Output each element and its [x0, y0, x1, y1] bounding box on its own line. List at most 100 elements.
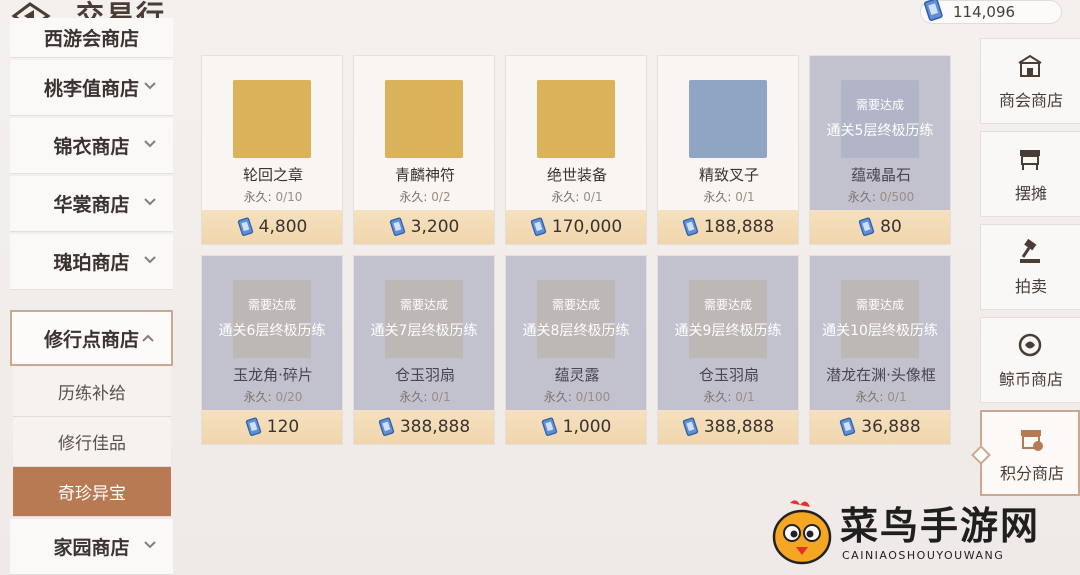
item-limit: 永久: 0/500 [847, 190, 915, 204]
item-limit: 永久: 0/10 [243, 190, 303, 204]
price-bar: 4,800 [202, 210, 342, 244]
item-limit: 永久: 0/2 [399, 190, 451, 204]
item-image-jueshi [537, 80, 615, 158]
sidebar-subitem-jiapin[interactable]: 修行佳品 [13, 417, 171, 467]
item-name: 精致叉子 [698, 166, 759, 184]
item-card[interactable]: 青麟神符 永久: 0/2 3,200 [353, 55, 495, 245]
item-image-qinglin [385, 80, 463, 158]
item-name: 蕴魂晶石 [850, 166, 911, 184]
shop-sidebar: 西游会商店 桃李值商店 锦衣商店 华裳商店 瑰珀商店 修行点商店 历练补给 修行… [10, 18, 173, 575]
points-shop-icon [1021, 430, 1043, 451]
ticket-currency-icon [682, 417, 698, 436]
item-card-locked[interactable]: 需要达成 通关6层终极历练 玉龙角·碎片 永久: 0/20 120 [201, 255, 343, 445]
item-price: 36,888 [861, 417, 921, 437]
price-bar: 80 [810, 210, 950, 244]
ticket-currency-icon [245, 417, 261, 436]
price-bar: 388,888 [354, 410, 494, 444]
item-limit: 永久: 0/1 [855, 390, 907, 404]
chevron-down-icon [144, 256, 156, 264]
price-bar: 36,888 [810, 410, 950, 444]
item-card[interactable]: 精致叉子 永久: 0/1 188,888 [657, 55, 799, 245]
item-price: 170,000 [551, 217, 623, 237]
chevron-down-icon [144, 82, 156, 90]
item-card-locked[interactable]: 需要达成 通关8层终极历练 蕴灵露 永久: 0/100 1,000 [505, 255, 647, 445]
ticket-currency-icon [840, 417, 856, 436]
item-card-locked[interactable]: 需要达成 通关10层终极历练 潜龙在渊·头像框 永久: 0/1 36,888 [809, 255, 951, 445]
item-price: 1,000 [562, 417, 612, 437]
price-bar: 120 [202, 410, 342, 444]
item-image-chazi [689, 80, 767, 158]
item-card-locked[interactable]: 需要达成 通关5层终极历练 蕴魂晶石 永久: 0/500 80 [809, 55, 951, 245]
chevron-up-icon [142, 334, 154, 342]
sidebar-subitem-lilian[interactable]: 历练补给 [13, 367, 171, 417]
requirement-title: 需要达成 [855, 98, 904, 112]
sidebar-item-jinyi[interactable]: 锦衣商店 [10, 118, 173, 174]
item-card[interactable]: 轮回之章 永久: 0/10 4,800 [201, 55, 343, 245]
nav-shanghui-shop[interactable]: 商会商店 [980, 38, 1080, 124]
ticket-currency-icon [530, 217, 546, 236]
item-name: 绝世装备 [546, 166, 607, 184]
item-name: 蕴灵露 [554, 366, 600, 384]
item-card-locked[interactable]: 需要达成 通关7层终极历练 仓玉羽扇 永久: 0/1 388,888 [353, 255, 495, 445]
sidebar-item-jiayuan[interactable]: 家园商店 [10, 519, 173, 575]
price-bar: 1,000 [506, 410, 646, 444]
requirement-text: 通关10层终极历练 [822, 323, 938, 339]
item-price: 80 [880, 217, 902, 237]
sidebar-item-huashang[interactable]: 华裳商店 [10, 176, 173, 232]
requirement-text: 通关9层终极历练 [674, 323, 782, 339]
item-name: 青麟神符 [394, 166, 455, 184]
chevron-down-icon [144, 541, 156, 549]
requirement-text: 通关8层终极历练 [522, 323, 630, 339]
bird-mascot-icon [772, 500, 832, 565]
item-name: 潜龙在渊·头像框 [826, 366, 936, 384]
item-price: 188,888 [703, 217, 775, 237]
ticket-currency-icon [859, 217, 875, 236]
requirement-text: 通关7层终极历练 [370, 323, 478, 339]
item-name: 仓玉羽扇 [394, 366, 455, 384]
sidebar-item-taoli[interactable]: 桃李值商店 [10, 60, 173, 116]
sidebar-subitem-qizhen[interactable]: 奇珍异宝 [13, 467, 171, 517]
item-card[interactable]: 绝世装备 永久: 0/1 170,000 [505, 55, 647, 245]
item-price: 388,888 [703, 417, 775, 437]
requirement-title: 需要达成 [399, 298, 448, 312]
price-bar: 3,200 [354, 210, 494, 244]
nav-auction[interactable]: 拍卖 [980, 224, 1080, 310]
item-card-locked[interactable]: 需要达成 通关9层终极历练 仓玉羽扇 永久: 0/1 388,888 [657, 255, 799, 445]
nav-stall[interactable]: 摆摊 [980, 131, 1080, 217]
requirement-text: 通关6层终极历练 [218, 323, 326, 339]
nav-whale-coin-shop[interactable]: 鲸币商店 [980, 317, 1080, 403]
sidebar-item-guipo[interactable]: 瑰珀商店 [10, 234, 173, 290]
shop-icon [1018, 54, 1042, 77]
item-limit: 永久: 0/20 [243, 390, 303, 404]
auction-hammer-icon [1020, 239, 1040, 263]
sidebar-item-xiyouhui[interactable]: 西游会商店 [10, 18, 173, 58]
ticket-currency-icon [924, 0, 943, 21]
item-limit: 永久: 0/1 [703, 390, 755, 404]
requirement-title: 需要达成 [703, 298, 752, 312]
nav-points-shop[interactable]: 积分商店 [980, 410, 1080, 496]
requirement-title: 需要达成 [247, 298, 296, 312]
item-limit: 永久: 0/100 [543, 390, 611, 404]
item-name: 仓玉羽扇 [698, 366, 759, 384]
item-limit: 永久: 0/1 [399, 390, 451, 404]
item-price: 388,888 [399, 417, 471, 437]
requirement-title: 需要达成 [855, 298, 904, 312]
watermark-text: 菜鸟手游网 [840, 504, 1041, 548]
chevron-down-icon [144, 198, 156, 206]
item-price: 3,200 [410, 217, 460, 237]
ticket-currency-icon [541, 417, 557, 436]
stall-icon [1020, 150, 1040, 170]
item-limit: 永久: 0/1 [703, 190, 755, 204]
ticket-currency-icon [378, 417, 394, 436]
item-name: 玉龙角·碎片 [233, 366, 313, 384]
price-bar: 170,000 [506, 210, 646, 244]
right-nav: 商会商店 摆摊 拍卖 鲸币商店 积分商店 [980, 38, 1080, 538]
item-name: 轮回之章 [242, 166, 303, 184]
price-bar: 388,888 [658, 410, 798, 444]
price-bar: 188,888 [658, 210, 798, 244]
item-grid: 轮回之章 永久: 0/10 4,800 青麟神符 永久: 0/2 3,200 绝… [201, 55, 951, 445]
currency-display: 114,096 [920, 0, 1062, 24]
sidebar-item-xiuxing[interactable]: 修行点商店 [10, 310, 173, 366]
ticket-currency-icon [237, 217, 253, 236]
watermark-subtext: CAINIAOSHOUYOUWANG [842, 549, 1005, 562]
